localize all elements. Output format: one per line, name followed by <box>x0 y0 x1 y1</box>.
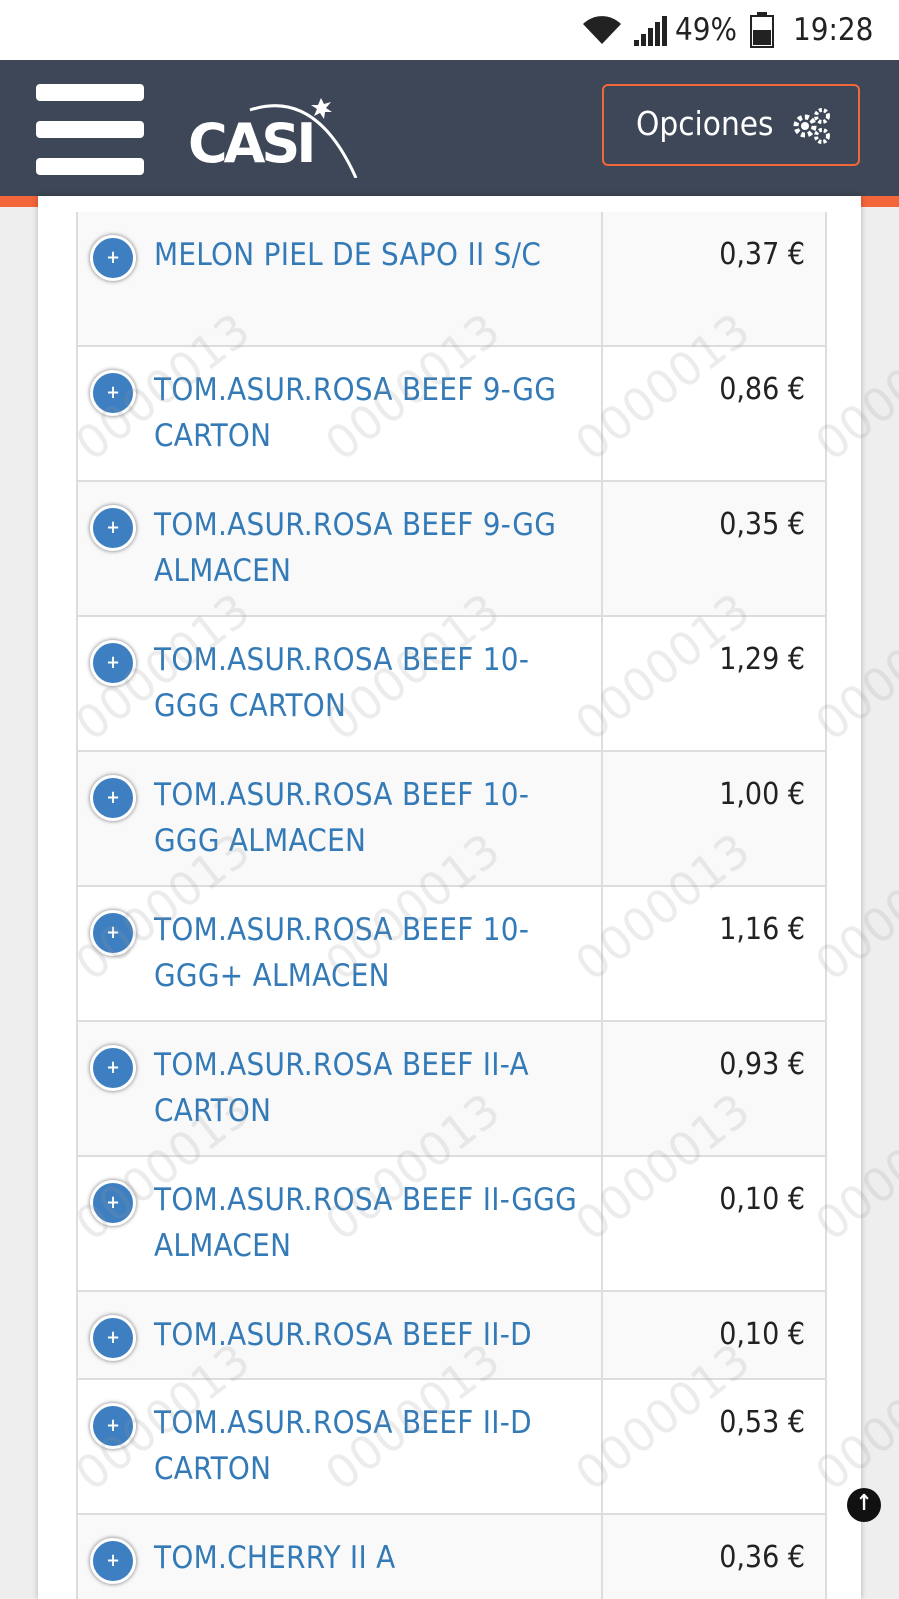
product-price: 1,16 € <box>719 912 805 947</box>
product-name[interactable]: TOM.CHERRY II A <box>154 1535 584 1581</box>
plus-icon[interactable]: + <box>90 505 136 551</box>
product-price: 0,53 € <box>719 1405 805 1440</box>
product-name[interactable]: TOM.ASUR.ROSA BEEF II-A CARTON <box>154 1042 584 1134</box>
plus-icon[interactable]: + <box>90 1538 136 1584</box>
column-divider <box>601 887 603 1020</box>
options-label: Opciones <box>636 104 774 143</box>
table-row[interactable]: + TOM.ASUR.ROSA BEEF 10-GGG+ ALMACEN 1,16 … <box>78 887 825 1022</box>
logo-text: CASI <box>188 112 316 175</box>
product-table: + MELON PIEL DE SAPO II S/C 0,37 € + TOM.ASU… <box>76 212 827 1599</box>
column-divider <box>601 482 603 615</box>
wifi-icon <box>580 14 624 50</box>
plus-icon[interactable]: + <box>90 1403 136 1449</box>
content-panel: + MELON PIEL DE SAPO II S/C 0,37 € + TOM.ASU… <box>38 196 861 1599</box>
battery-icon <box>750 12 774 52</box>
gears-icon <box>792 106 832 154</box>
table-row[interactable]: + TOM.CHERRY II A 0,36 € <box>78 1515 825 1599</box>
column-divider <box>601 1515 603 1599</box>
product-price: 0,10 € <box>719 1317 805 1352</box>
table-row[interactable]: + TOM.ASUR.ROSA BEEF II-D CARTON 0,53 € <box>78 1380 825 1515</box>
product-price: 0,86 € <box>719 372 805 407</box>
plus-icon[interactable]: + <box>90 640 136 686</box>
table-row[interactable]: + MELON PIEL DE SAPO II S/C 0,37 € <box>78 212 825 347</box>
plus-icon[interactable]: + <box>90 910 136 956</box>
status-bar: 49% 19:28 <box>0 0 899 60</box>
clock: 19:28 <box>793 12 874 48</box>
options-button[interactable]: Opciones <box>602 84 860 166</box>
arrow-up-icon: ↑ <box>855 1491 873 1516</box>
column-divider <box>601 1157 603 1290</box>
table-row[interactable]: + TOM.ASUR.ROSA BEEF II-A CARTON 0,93 € <box>78 1022 825 1157</box>
plus-icon[interactable]: + <box>90 1045 136 1091</box>
column-divider <box>601 347 603 480</box>
column-divider <box>601 1022 603 1155</box>
table-row[interactable]: + TOM.ASUR.ROSA BEEF 9-GG ALMACEN 0,35 € <box>78 482 825 617</box>
product-name[interactable]: TOM.ASUR.ROSA BEEF 9-GG CARTON <box>154 367 584 459</box>
column-divider <box>601 1292 603 1378</box>
product-price: 1,29 € <box>719 642 805 677</box>
product-name[interactable]: TOM.ASUR.ROSA BEEF II-GGG ALMACEN <box>154 1177 584 1269</box>
product-price: 0,10 € <box>719 1182 805 1217</box>
product-name[interactable]: TOM.ASUR.ROSA BEEF 10-GGG CARTON <box>154 637 584 729</box>
plus-icon[interactable]: + <box>90 370 136 416</box>
app-header: CASI Opciones <box>0 60 899 207</box>
product-name[interactable]: TOM.ASUR.ROSA BEEF II-D CARTON <box>154 1400 584 1492</box>
product-name[interactable]: TOM.ASUR.ROSA BEEF II-D <box>154 1312 584 1358</box>
product-name[interactable]: TOM.ASUR.ROSA BEEF 9-GG ALMACEN <box>154 502 584 594</box>
plus-icon[interactable]: + <box>90 235 136 281</box>
table-row[interactable]: + TOM.ASUR.ROSA BEEF 10-GGG CARTON 1,29 € <box>78 617 825 752</box>
table-row[interactable]: + TOM.ASUR.ROSA BEEF 10-GGG ALMACEN 1,00 € <box>78 752 825 887</box>
casi-logo[interactable]: CASI <box>186 78 366 178</box>
plus-icon[interactable]: + <box>90 775 136 821</box>
product-price: 0,35 € <box>719 507 805 542</box>
plus-icon[interactable]: + <box>90 1180 136 1226</box>
column-divider <box>601 1380 603 1513</box>
menu-icon[interactable] <box>36 84 144 175</box>
product-price: 0,93 € <box>719 1047 805 1082</box>
product-price: 0,36 € <box>719 1540 805 1575</box>
table-row[interactable]: + TOM.ASUR.ROSA BEEF 9-GG CARTON 0,86 € <box>78 347 825 482</box>
column-divider <box>601 752 603 885</box>
plus-icon[interactable]: + <box>90 1315 136 1361</box>
product-price: 0,37 € <box>719 237 805 272</box>
table-row[interactable]: + TOM.ASUR.ROSA BEEF II-GGG ALMACEN 0,10 € <box>78 1157 825 1292</box>
signal-icon <box>634 14 670 52</box>
scroll-top-button[interactable]: ↑ <box>847 1488 881 1522</box>
product-price: 1,00 € <box>719 777 805 812</box>
table-row[interactable]: + TOM.ASUR.ROSA BEEF II-D 0,10 € <box>78 1292 825 1380</box>
product-name[interactable]: MELON PIEL DE SAPO II S/C <box>154 232 584 278</box>
battery-percentage: 49% <box>675 12 737 48</box>
product-name[interactable]: TOM.ASUR.ROSA BEEF 10-GGG+ ALMACEN <box>154 907 584 999</box>
product-name[interactable]: TOM.ASUR.ROSA BEEF 10-GGG ALMACEN <box>154 772 584 864</box>
column-divider <box>601 212 603 345</box>
column-divider <box>601 617 603 750</box>
